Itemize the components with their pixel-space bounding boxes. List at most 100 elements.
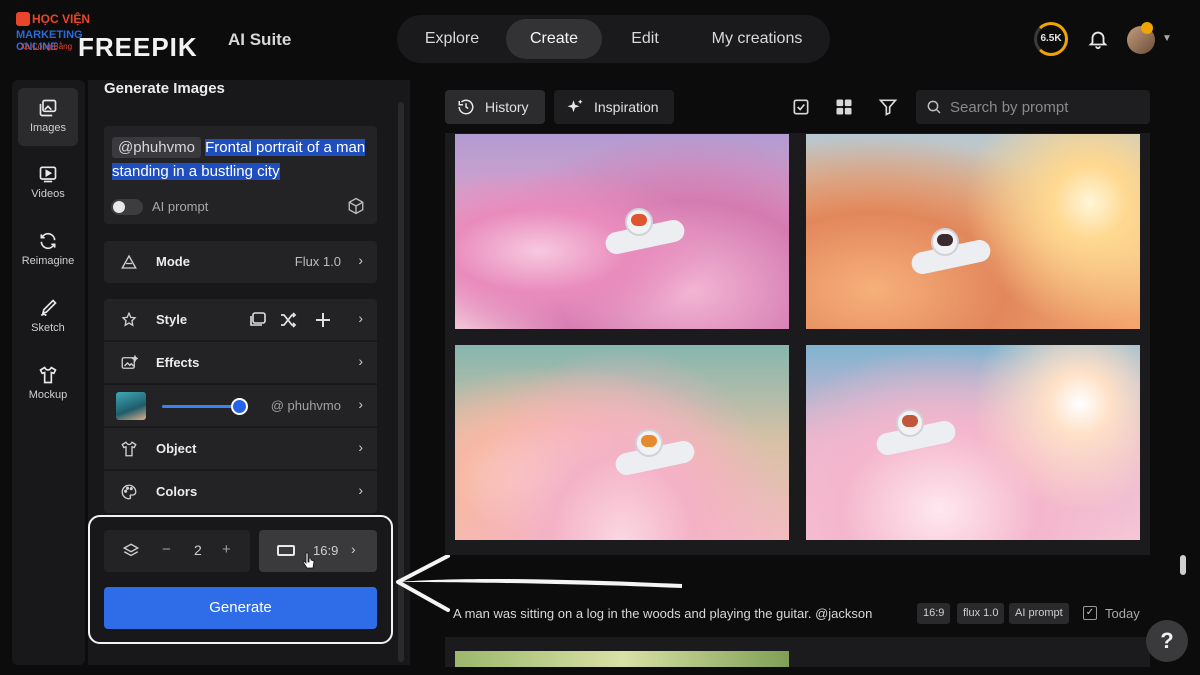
watermark-mark-icon: [16, 12, 30, 26]
tag-ai-prompt: AI prompt: [1009, 603, 1069, 624]
rail-label-mockup: Mockup: [28, 389, 68, 401]
rail-item-reimagine[interactable]: Reimagine: [18, 221, 78, 279]
images-icon: [39, 99, 57, 117]
mode-value: Flux 1.0: [294, 254, 341, 269]
cube-icon[interactable]: [347, 197, 365, 215]
annotation-highlight: [88, 515, 393, 644]
select-checkbox-icon[interactable]: [791, 97, 811, 117]
grid-view-icon[interactable]: [834, 97, 854, 117]
mockup-icon: [39, 366, 57, 384]
gallery-scrollbar[interactable]: [1180, 555, 1186, 575]
colors-label: Colors: [156, 484, 198, 499]
inspiration-tab[interactable]: Inspiration: [554, 90, 674, 124]
rail-label-sketch: Sketch: [31, 322, 65, 334]
generated-image[interactable]: [806, 134, 1140, 329]
prompt-input[interactable]: @phuhvmo Frontal portrait of a man stand…: [112, 136, 370, 184]
rail-item-videos[interactable]: Videos: [18, 154, 78, 212]
ai-prompt-label: AI prompt: [152, 199, 209, 214]
history-icon: [458, 99, 474, 115]
slider-handle[interactable]: [231, 398, 248, 415]
search-box: [916, 90, 1150, 124]
sketch-icon: [40, 299, 57, 317]
style-gallery-icon: [250, 312, 266, 326]
credits-indicator[interactable]: 6.5K: [1034, 22, 1068, 56]
chevron-right-icon: ›: [358, 482, 363, 498]
next-generation-row: [445, 637, 1150, 667]
rail-label-images: Images: [29, 122, 67, 134]
astronaut-figure: [901, 224, 1011, 284]
chevron-down-icon[interactable]: ▼: [1162, 33, 1172, 44]
effects-row[interactable]: Effects ›: [104, 342, 377, 384]
select-generation-checkbox[interactable]: ✓: [1083, 606, 1097, 620]
mode-row[interactable]: Mode Flux 1.0 ›: [104, 241, 377, 283]
top-bar: HỌC VIỆN MARKETING ONLINE Xa Công Bằng F…: [0, 0, 1200, 78]
rail-label-videos: Videos: [31, 188, 65, 200]
generation-caption[interactable]: A man was sitting on a log in the woods …: [453, 606, 872, 621]
bell-icon[interactable]: [1087, 28, 1109, 50]
style-icon: [121, 311, 137, 327]
effects-icon: [121, 354, 138, 369]
chevron-right-icon: ›: [358, 252, 363, 268]
history-tab[interactable]: History: [445, 90, 545, 124]
date-label: Today: [1105, 606, 1140, 621]
brand-logo[interactable]: HỌC VIỆN MARKETING ONLINE Xa Công Bằng F…: [10, 10, 310, 70]
colors-row[interactable]: Colors ›: [104, 471, 377, 513]
palette-icon: [121, 484, 137, 500]
tag-aspect: 16:9: [917, 603, 951, 624]
sparkles-icon: [567, 99, 583, 113]
character-name: @ phuhvmo: [270, 398, 341, 413]
chevron-right-icon: ›: [358, 439, 363, 455]
generated-image[interactable]: [455, 345, 789, 540]
mode-label: Mode: [156, 254, 190, 269]
nav-tab-explore[interactable]: Explore: [405, 19, 499, 59]
panel-title: Generate Images: [104, 80, 225, 97]
shuffle-icon: [281, 312, 297, 328]
rail-item-mockup[interactable]: Mockup: [18, 355, 78, 413]
logo-wordmark: FREEPIK: [78, 32, 198, 62]
search-icon: [927, 100, 941, 114]
watermark-line3: Xa Công Bằng: [20, 42, 73, 51]
ai-prompt-toggle[interactable]: [111, 199, 143, 215]
filter-icon[interactable]: [878, 97, 898, 117]
image-gallery: [445, 133, 1150, 555]
character-strength-slider[interactable]: [162, 405, 240, 408]
chevron-right-icon: ›: [358, 396, 363, 412]
gallery-toolbar: History Inspiration: [445, 90, 1150, 124]
nav-tab-create[interactable]: Create: [506, 19, 602, 59]
style-tools: [250, 312, 330, 328]
reimagine-icon: [40, 232, 56, 250]
object-icon: [121, 441, 137, 457]
help-button[interactable]: ?: [1146, 620, 1188, 662]
toggle-knob: [113, 201, 125, 213]
style-label: Style: [156, 312, 188, 327]
astronaut-figure: [605, 425, 715, 485]
chevron-right-icon: ›: [358, 353, 363, 369]
main-nav: Explore Create Edit My creations: [397, 15, 830, 63]
add-icon: [316, 313, 330, 327]
character-thumbnail: [116, 392, 146, 420]
character-row[interactable]: @ phuhvmo ›: [104, 385, 377, 427]
crown-badge-icon: [1141, 22, 1153, 34]
generated-image[interactable]: [455, 134, 789, 329]
effects-label: Effects: [156, 355, 200, 370]
rail-item-images[interactable]: Images: [18, 88, 78, 146]
search-input[interactable]: [950, 90, 1140, 124]
videos-icon: [39, 166, 57, 183]
rail-item-sketch[interactable]: Sketch: [18, 288, 78, 346]
history-label: History: [485, 99, 529, 115]
generated-image[interactable]: [806, 345, 1140, 540]
generated-image[interactable]: [455, 651, 789, 667]
style-row[interactable]: Style ›: [104, 299, 377, 341]
astronaut-figure: [595, 204, 705, 264]
mode-icon: [121, 254, 137, 269]
prompt-mention: @phuhvmo: [112, 137, 201, 158]
nav-tab-edit[interactable]: Edit: [609, 19, 681, 59]
watermark-line1: HỌC VIỆN: [32, 12, 91, 26]
tag-model: flux 1.0: [957, 603, 1005, 624]
object-row[interactable]: Object ›: [104, 428, 377, 470]
chevron-right-icon: ›: [358, 310, 363, 326]
astronaut-figure: [866, 405, 976, 465]
object-label: Object: [156, 441, 197, 456]
prompt-card[interactable]: @phuhvmo Frontal portrait of a man stand…: [104, 126, 377, 224]
nav-tab-my-creations[interactable]: My creations: [687, 19, 827, 59]
